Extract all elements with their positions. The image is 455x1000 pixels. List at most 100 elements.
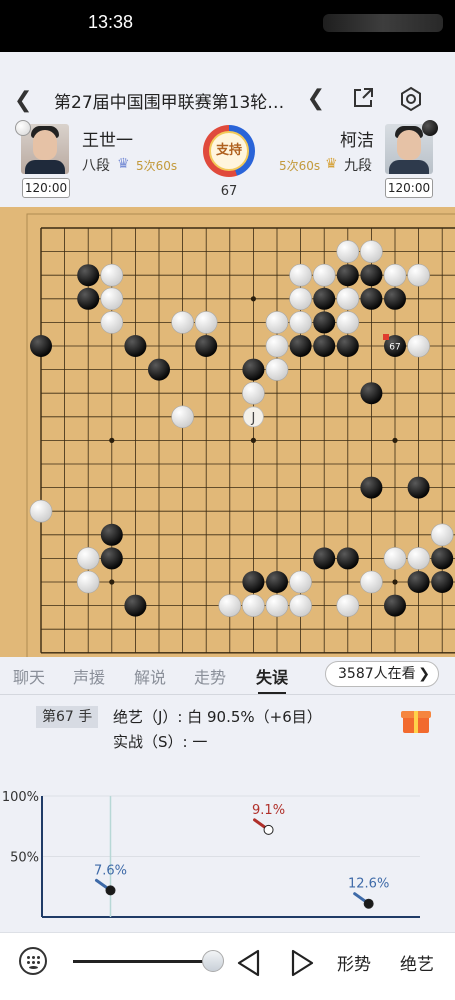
black-stone — [30, 335, 52, 357]
white-player-rank: 九段 — [344, 158, 372, 174]
mistake-chart-canvas[interactable]: 100% 50% 7.6% 9.1% 12.6% — [0, 780, 455, 930]
white-stone — [336, 287, 360, 311]
black-stone-icon — [422, 120, 438, 136]
star-point — [250, 437, 256, 443]
black-stone — [77, 264, 100, 287]
black-stone — [336, 547, 359, 570]
black-stone — [431, 547, 454, 570]
bottom-toolbar: 形势 绝艺 — [0, 932, 455, 1000]
move-slider-track[interactable] — [73, 960, 213, 963]
settings-icon[interactable] — [397, 86, 425, 114]
white-stone — [430, 523, 454, 547]
white-stone — [265, 311, 289, 334]
crown-icon: ♛ — [117, 156, 130, 172]
white-stone — [407, 547, 430, 570]
black-stone — [124, 335, 147, 357]
keyboard-icon[interactable] — [19, 947, 47, 975]
black-stone — [313, 335, 336, 357]
black-stone — [100, 547, 123, 570]
black-stone — [336, 335, 359, 357]
white-stone — [265, 334, 289, 358]
white-stone — [242, 381, 265, 405]
last-move-marker — [383, 334, 389, 340]
ai-suggestion-label: J — [250, 411, 255, 426]
star-point — [109, 437, 115, 443]
white-stone — [100, 263, 124, 287]
black-stone — [313, 311, 336, 334]
black-stone — [360, 287, 383, 310]
white-stone — [100, 311, 124, 334]
black-stone — [407, 571, 430, 593]
black-stone — [77, 287, 100, 310]
white-stone — [336, 311, 360, 334]
white-stone — [312, 263, 336, 287]
black-stone — [431, 571, 454, 593]
position-analysis-button[interactable]: 形势 — [337, 950, 371, 975]
tab-chat[interactable]: 聊天 — [13, 664, 45, 688]
viewers-button[interactable]: 3587人在看 ❯ — [325, 661, 439, 687]
y-tick-label: 50% — [10, 851, 39, 866]
back-icon[interactable]: ❮ — [14, 88, 32, 113]
black-stone — [336, 264, 359, 287]
next-move-icon[interactable] — [289, 948, 317, 978]
share-icon[interactable] — [349, 86, 377, 114]
black-stone — [360, 476, 383, 499]
black-player-rank: 八段 — [82, 158, 110, 174]
white-stone — [242, 594, 265, 617]
white-stone — [289, 263, 312, 287]
black-stone — [384, 594, 406, 617]
page-title: 第27届中国围甲联赛第13轮… — [54, 93, 285, 113]
black-stone — [313, 547, 336, 570]
star-point — [392, 437, 398, 443]
mistake-label: 9.1% — [252, 803, 285, 818]
black-stone — [100, 523, 123, 546]
actual-move-evaluation: 实战（S）: 一 — [113, 733, 208, 751]
title-bar: ❮ 第27届中国围甲联赛第13轮… ❮ — [0, 78, 455, 118]
black-stone — [360, 264, 383, 287]
white-stone — [383, 263, 407, 287]
black-stone — [360, 382, 383, 405]
ai-analysis-button[interactable]: 绝艺 — [400, 950, 434, 975]
white-stone — [407, 263, 430, 287]
white-stone — [265, 594, 289, 617]
tab-commentary[interactable]: 解说 — [134, 664, 166, 688]
white-stone — [171, 405, 194, 429]
white-player-clock: 120:00 — [385, 178, 433, 198]
white-player-name: 柯洁 — [340, 131, 374, 151]
black-player-byoyomi: 5次60s — [136, 159, 178, 173]
black-stone — [266, 571, 288, 593]
white-stone — [29, 499, 53, 523]
mistake-chart[interactable]: 100% 50% 7.6% 9.1% 12.6% — [0, 780, 455, 930]
previous-move-icon[interactable] — [234, 948, 262, 978]
tab-cheer[interactable]: 声援 — [73, 664, 105, 688]
status-icons — [323, 14, 443, 32]
white-stone — [100, 287, 124, 311]
gift-icon[interactable] — [401, 705, 431, 733]
move-slider-knob[interactable] — [202, 950, 224, 972]
support-button[interactable]: 支持 — [203, 125, 255, 177]
go-board[interactable]: 67 J — [0, 207, 455, 657]
star-point — [109, 579, 115, 585]
y-tick-label: 100% — [2, 790, 39, 805]
tab-trend[interactable]: 走势 — [194, 664, 226, 688]
white-stone — [336, 594, 360, 617]
crown-icon: ♛ — [325, 156, 338, 172]
white-stone — [76, 570, 100, 594]
go-board-canvas[interactable]: 67 J — [0, 207, 455, 657]
white-stone — [360, 570, 383, 594]
status-time: 13:38 — [88, 12, 134, 32]
white-stone — [289, 570, 312, 594]
white-stone — [383, 547, 407, 570]
tab-mistakes[interactable]: 失误 — [256, 664, 288, 694]
black-stone — [407, 476, 430, 499]
star-point — [250, 296, 256, 302]
white-stone — [289, 287, 312, 311]
white-stone — [336, 240, 360, 263]
star-point — [392, 579, 398, 585]
black-stone — [384, 287, 406, 310]
status-bar: 13:38 — [0, 0, 455, 52]
black-stone — [242, 358, 265, 381]
prev-arrow-icon[interactable]: ❮ — [302, 86, 330, 114]
white-stone — [289, 311, 312, 334]
black-player-name: 王世一 — [82, 131, 133, 151]
